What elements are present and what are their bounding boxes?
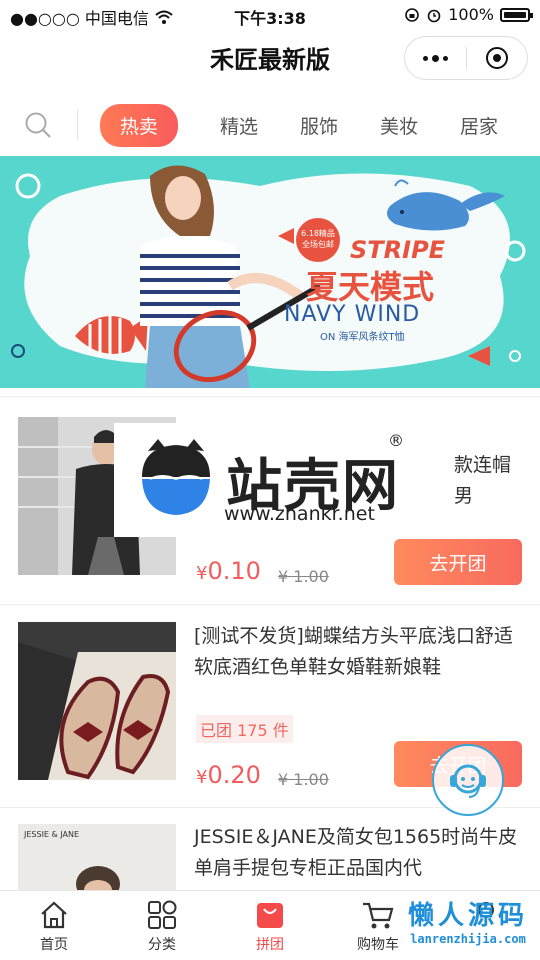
price-currency: ¥ [196,563,208,584]
promo-banner[interactable]: 6.18精品 全场包邮 STRIPE 夏天模式 NAVY WIND ON 海军风… [0,156,540,388]
banner-heading-en: STRIPE [350,236,446,264]
status-right: 100% [404,5,533,24]
site-watermark: 站壳网 ® www.zhankr.net [114,423,404,537]
headset-icon [450,764,486,798]
tabbar-category[interactable]: 分类 [108,891,216,960]
tabbar-home-label: 首页 [40,937,68,953]
original-price: ¥ 1.00 [278,770,329,789]
price-currency: ¥ [196,767,208,788]
battery-percent: 100% [448,5,494,24]
tabbar-cart-label: 购物车 [357,937,399,953]
banner-tagline: ON 海军风条纹T恤 [320,332,405,343]
more-button[interactable] [405,37,466,79]
cart-icon [363,902,394,929]
tabbar-category-label: 分类 [148,937,176,953]
miniprogram-capsule [404,36,528,80]
product-image[interactable] [18,622,176,780]
customer-service-button[interactable] [432,744,504,816]
corner-watermark-en: lanrenzhijia.com [410,932,526,946]
start-group-button[interactable]: 去开团 [394,539,522,585]
thumb-brand-text: JESSIE & JANE [24,830,80,839]
corner-watermark: 懒人源码 lanrenzhijia.com [404,900,532,956]
tabbar-group-buy-label: 拼团 [256,937,284,953]
search-icon [25,112,52,138]
sold-count-badge: 已团 175 件 [196,715,293,743]
rotation-lock-icon [405,7,420,22]
tabbar-group-buy[interactable]: 拼团 [216,891,324,960]
product-price: ¥0.10 [196,557,261,585]
banner-subheading: NAVY WIND [284,302,421,327]
home-icon [41,901,67,929]
nav-bar: 禾匠最新版 [0,28,540,90]
original-price: ¥ 1.00 [278,567,329,586]
product-image[interactable]: JESSIE & JANE [18,824,176,891]
product-price: ¥0.20 [196,761,261,789]
category-icon [148,900,177,929]
product-card[interactable]: JESSIE & JANE JESSIE＆JANE及简女包1565时尚牛皮单肩手… [0,807,540,891]
status-bar: ●●○○○ 中国电信 下午3:38 100% [0,0,540,28]
battery-icon [500,7,533,22]
product-title: JESSIE＆JANE及简女包1565时尚牛皮单肩手提包专柜正品国内代 [194,826,518,879]
more-dots-icon [422,54,448,62]
promo-badge: 6.18精品 全场包邮 [296,218,340,262]
badge-line2: 全场包邮 [302,240,334,249]
badge-line1: 6.18精品 [301,229,335,238]
tab-beauty[interactable]: 美妆 [380,112,418,139]
tab-selected[interactable]: 精选 [220,112,258,139]
banner-illustration [11,165,526,388]
alarm-icon [427,9,441,22]
corner-watermark-cn: 懒人源码 [407,901,528,931]
watermark-registered-mark: ® [388,431,404,450]
target-circle-icon [485,47,508,69]
price-value: 0.10 [207,557,261,585]
cat-logo-icon [142,439,210,515]
watermark-url: www.zhankr.net [224,503,375,525]
tab-hot[interactable]: 热卖 [99,103,178,147]
search-button[interactable] [0,110,78,140]
tab-apparel[interactable]: 服饰 [300,112,338,139]
tab-home-goods[interactable]: 居家 [460,112,498,139]
tabbar-home[interactable]: 首页 [0,891,108,960]
price-value: 0.20 [207,761,261,789]
group-buy-bag-icon [257,903,283,928]
category-tabs: 热卖 精选 服饰 美妆 居家 [0,96,540,154]
close-miniprogram-button[interactable] [467,37,528,79]
product-title: [测试不发货]蝴蝶结方头平底浅口舒适软底酒红色单鞋女婚鞋新娘鞋 [194,625,513,678]
